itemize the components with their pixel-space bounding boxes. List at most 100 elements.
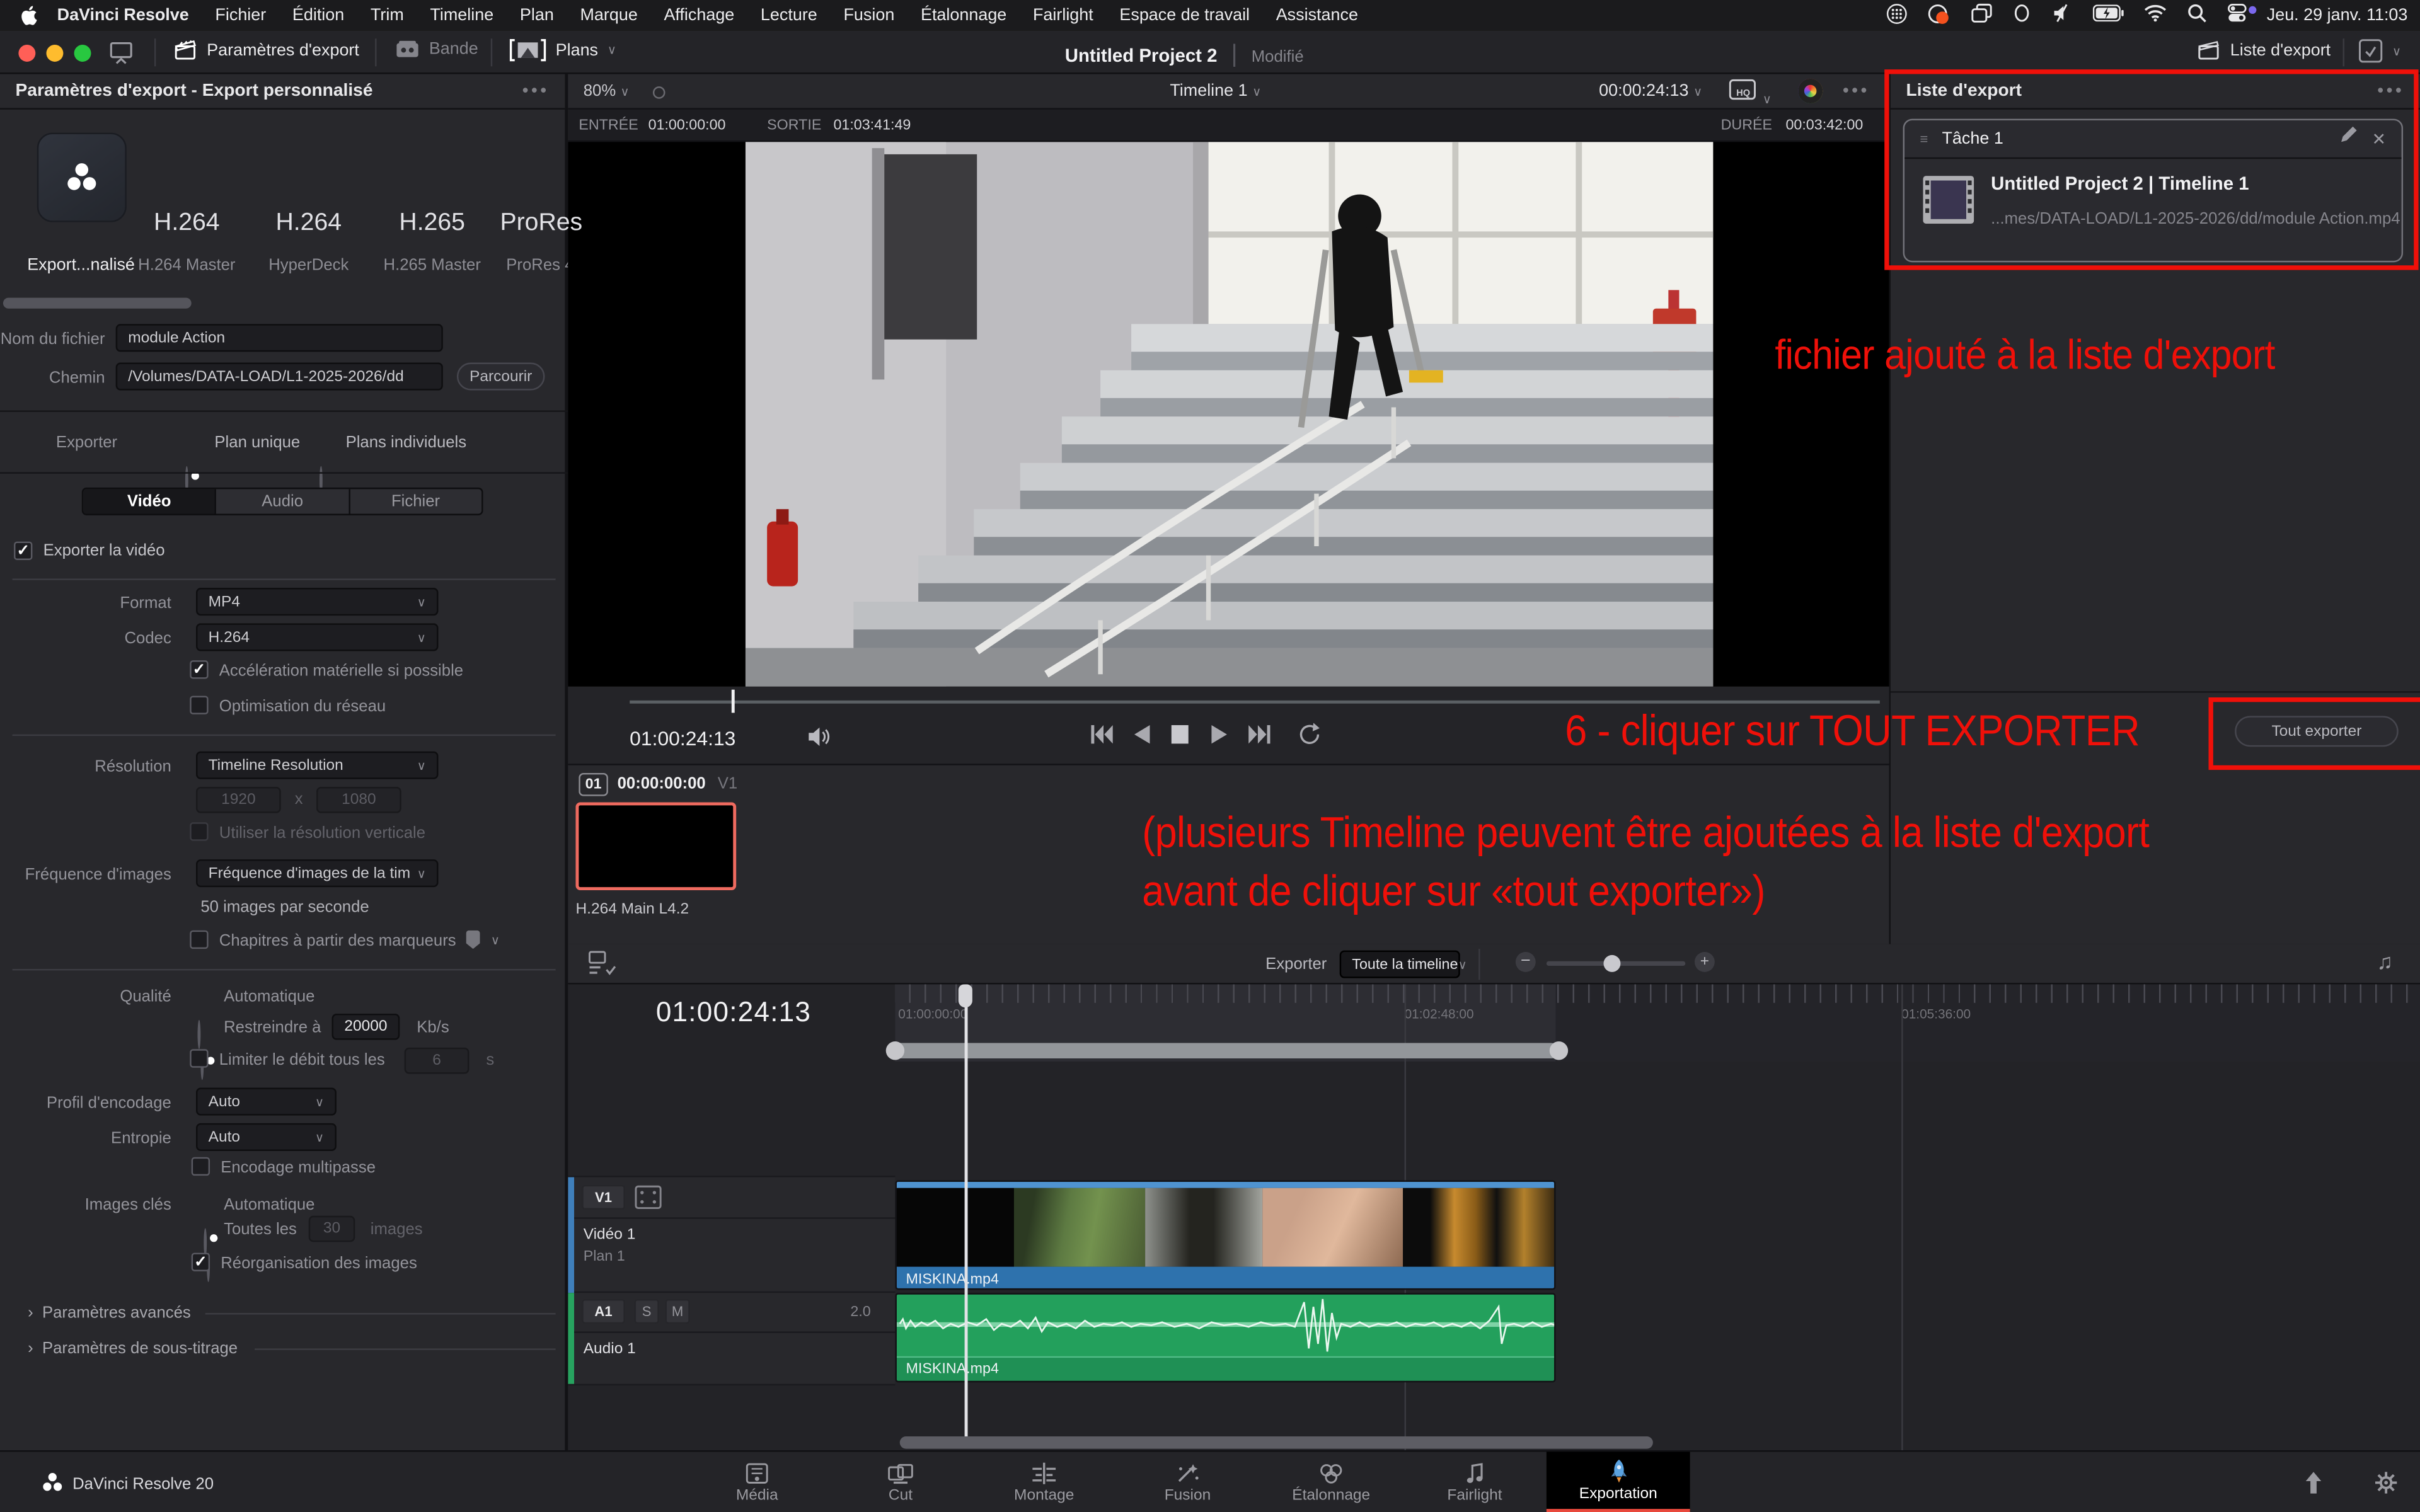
tab-audio[interactable]: Audio bbox=[215, 489, 348, 513]
export-list-toolbar-button[interactable]: Liste d'export bbox=[2198, 40, 2331, 62]
resolution-height-input[interactable]: 1080 bbox=[316, 787, 401, 813]
stop-button[interactable] bbox=[1170, 724, 1190, 753]
hw-accel-checkbox[interactable] bbox=[190, 660, 208, 679]
timeline-view-options-icon[interactable] bbox=[588, 951, 618, 986]
solo-button[interactable]: S bbox=[635, 1299, 659, 1324]
menu-item-timeline[interactable]: Timeline bbox=[430, 6, 493, 25]
range-out-handle[interactable] bbox=[1550, 1041, 1568, 1060]
page-fairlight[interactable]: Fairlight bbox=[1403, 1452, 1547, 1512]
menu-item-espace-de-travail[interactable]: Espace de travail bbox=[1119, 6, 1250, 25]
preset-h264-master[interactable]: H.264 Master bbox=[131, 256, 242, 275]
preset-h265-master[interactable]: H.265 Master bbox=[377, 256, 488, 275]
scrubber-playhead[interactable] bbox=[732, 690, 735, 713]
go-to-end-button[interactable] bbox=[1247, 724, 1272, 753]
network-opt-checkbox[interactable] bbox=[190, 696, 208, 714]
timeline-current-timecode[interactable]: 01:00:24:13 bbox=[656, 997, 811, 1029]
zoom-out-button[interactable]: − bbox=[1516, 952, 1536, 972]
individual-clips-label[interactable]: Plans individuels bbox=[346, 433, 467, 452]
marker-icon[interactable] bbox=[466, 931, 480, 949]
chapters-checkbox[interactable] bbox=[190, 931, 208, 949]
ruler-ticks[interactable] bbox=[895, 984, 2420, 1002]
chevron-down-icon[interactable]: ∨ bbox=[491, 934, 500, 948]
audio-track-toggle[interactable]: A1 bbox=[582, 1299, 625, 1324]
preset-hyperdeck[interactable]: HyperDeck bbox=[253, 256, 364, 275]
page-edit[interactable]: Montage bbox=[972, 1452, 1116, 1512]
clean-feed-icon[interactable] bbox=[653, 86, 666, 99]
menu-bar-clock[interactable]: Jeu. 29 janv. 11:03 bbox=[2267, 6, 2408, 25]
range-in-handle[interactable] bbox=[886, 1041, 904, 1060]
advanced-settings-toggle[interactable]: › Paramètres avancés bbox=[28, 1303, 191, 1322]
play-button[interactable] bbox=[1210, 724, 1228, 753]
menu-item-fichier[interactable]: Fichier bbox=[215, 6, 266, 25]
subtitle-settings-toggle[interactable]: › Paramètres de sous-titrage bbox=[28, 1339, 238, 1358]
codec-dropdown[interactable]: H.264∨ bbox=[196, 623, 438, 651]
filename-input[interactable]: module Action bbox=[116, 324, 443, 352]
limit-bitrate-checkbox[interactable] bbox=[190, 1049, 208, 1067]
preset-hyperdeck-big[interactable]: H.264 bbox=[253, 210, 364, 238]
viewer-timecode[interactable]: 00:00:24:13 ∨ bbox=[1599, 82, 1702, 100]
screen-mirroring-icon[interactable] bbox=[1971, 3, 1992, 28]
clip-thumbnail[interactable] bbox=[575, 802, 736, 890]
close-window-button[interactable] bbox=[18, 45, 35, 62]
audio-mute-icon[interactable] bbox=[807, 725, 834, 756]
plans-toolbar-button[interactable]: Plans ∨ bbox=[509, 38, 616, 62]
reorder-checkbox[interactable] bbox=[192, 1253, 210, 1271]
output-quality-icon[interactable]: HQ∨ bbox=[1729, 79, 1772, 111]
zoom-window-button[interactable] bbox=[74, 45, 91, 62]
browse-button[interactable]: Parcourir bbox=[457, 363, 545, 391]
timeline-playhead[interactable] bbox=[965, 984, 967, 1439]
page-deliver[interactable]: Exportation bbox=[1547, 1452, 1690, 1512]
tab-video[interactable]: Vidéo bbox=[83, 489, 215, 513]
timeline-selector-dropdown[interactable]: Timeline 1 ∨ bbox=[1170, 82, 1261, 100]
menu-item-marque[interactable]: Marque bbox=[580, 6, 637, 25]
bitrate-input[interactable]: 20000 bbox=[332, 1014, 400, 1040]
page-color[interactable]: Étalonnage bbox=[1259, 1452, 1403, 1512]
auto-select-icon[interactable] bbox=[635, 1185, 662, 1217]
quality-auto-radio[interactable] bbox=[197, 1020, 200, 1050]
menu-item-lecture[interactable]: Lecture bbox=[761, 6, 817, 25]
minimize-window-button[interactable] bbox=[46, 45, 63, 62]
menu-item-etalonnage[interactable]: Étalonnage bbox=[921, 6, 1006, 25]
menu-item-trim[interactable]: Trim bbox=[371, 6, 404, 25]
layout-preset-button[interactable]: ∨ bbox=[2358, 38, 2401, 63]
export-settings-toolbar-button[interactable]: Paramètres d'export bbox=[175, 38, 359, 62]
preset-prores-big[interactable]: ProRes bbox=[500, 210, 592, 238]
mute-icon[interactable] bbox=[2051, 3, 2072, 28]
page-fusion[interactable]: Fusion bbox=[1116, 1452, 1260, 1512]
video-track-name[interactable]: Vidéo 1 bbox=[584, 1227, 636, 1244]
menu-item-fairlight[interactable]: Fairlight bbox=[1033, 6, 1093, 25]
page-media[interactable]: Média bbox=[685, 1452, 829, 1512]
export-video-checkbox[interactable] bbox=[14, 542, 32, 560]
video-track-toggle[interactable]: V1 bbox=[582, 1185, 625, 1210]
tape-toolbar-button[interactable]: Bande bbox=[395, 38, 478, 60]
preset-h264-master-big[interactable]: H.264 bbox=[131, 210, 242, 238]
resolution-width-input[interactable]: 1920 bbox=[196, 787, 281, 813]
project-manager-icon[interactable] bbox=[2301, 1470, 2325, 1503]
presentation-icon[interactable] bbox=[108, 40, 134, 72]
menu-item-assistance[interactable]: Assistance bbox=[1276, 6, 1358, 25]
wifi-icon[interactable] bbox=[2143, 4, 2167, 26]
current-timecode[interactable]: 01:00:24:13 bbox=[630, 726, 735, 750]
profile-dropdown[interactable]: Auto∨ bbox=[196, 1088, 337, 1116]
apple-menu-icon[interactable] bbox=[20, 4, 40, 31]
render-range-bar[interactable] bbox=[892, 1043, 1559, 1058]
panel-options-icon[interactable]: ••• bbox=[522, 82, 550, 100]
settings-gear-icon[interactable] bbox=[2374, 1470, 2399, 1503]
zoom-slider-handle[interactable] bbox=[1603, 955, 1620, 972]
zoom-in-button[interactable]: + bbox=[1695, 952, 1715, 972]
go-to-start-button[interactable] bbox=[1090, 724, 1114, 753]
spotlight-search-icon[interactable] bbox=[2186, 3, 2206, 28]
format-dropdown[interactable]: MP4∨ bbox=[196, 588, 438, 616]
loop-button[interactable] bbox=[1296, 722, 1323, 754]
audio-clip[interactable]: MISKINA.mp4 bbox=[895, 1293, 1555, 1382]
preset-custom-export-icon[interactable] bbox=[37, 133, 127, 222]
launchpad-icon[interactable] bbox=[1886, 3, 1907, 29]
menu-item-edition[interactable]: Édition bbox=[292, 6, 344, 25]
preset-h265-master-big[interactable]: H.265 bbox=[377, 210, 488, 238]
viewer-zoom-dropdown[interactable]: 80% ∨ bbox=[584, 82, 630, 100]
viewer-scrubber[interactable] bbox=[630, 701, 1880, 704]
preset-prores[interactable]: ProRes 4 bbox=[506, 256, 568, 275]
playhead-handle[interactable] bbox=[959, 984, 972, 1007]
resolution-dropdown[interactable]: Timeline Resolution∨ bbox=[196, 752, 438, 779]
entropy-dropdown[interactable]: Auto∨ bbox=[196, 1123, 337, 1151]
